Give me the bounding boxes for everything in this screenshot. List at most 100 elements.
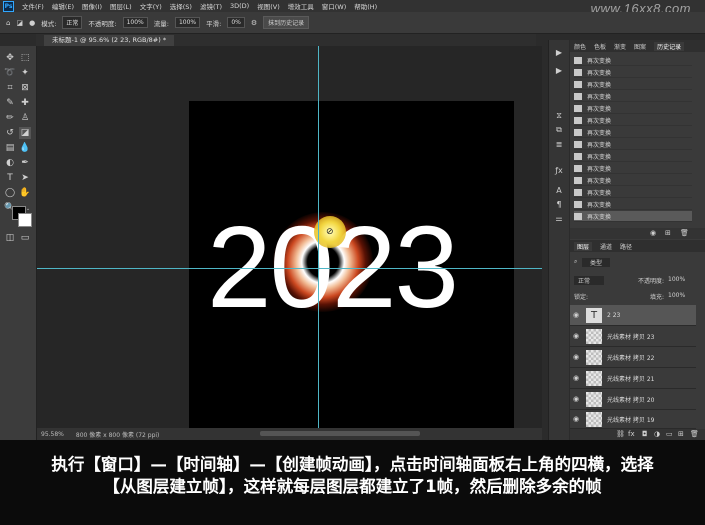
tab-paths[interactable]: 路径 <box>620 242 632 251</box>
layer-row[interactable]: ◉ 光线素材 拷贝 19 <box>570 410 696 429</box>
tab-history[interactable]: 历史记录 <box>654 41 685 51</box>
layer-row[interactable]: ◉ 光线素材 拷贝 22 <box>570 347 696 368</box>
snapshot-icon[interactable]: ◉ <box>650 229 656 237</box>
menu-view[interactable]: 视图(V) <box>257 1 280 11</box>
flow-field[interactable]: 100% <box>174 17 201 28</box>
shape-tool-icon[interactable]: ◯ <box>4 187 16 199</box>
layer-row[interactable]: ◉ 光线素材 拷贝 23 <box>570 326 696 347</box>
history-item[interactable]: 再次变换 <box>574 151 692 162</box>
zoom-level[interactable]: 95.58% <box>41 431 64 438</box>
gradient-tool-icon[interactable]: ▤ <box>4 142 16 154</box>
history-icon[interactable]: ⧖ <box>553 110 565 122</box>
visibility-eye-icon[interactable]: ◉ <box>570 395 582 403</box>
tab-color[interactable]: 颜色 <box>574 42 586 51</box>
menu-image[interactable]: 图像(I) <box>82 1 102 11</box>
history-item[interactable]: 再次变换 <box>574 103 692 114</box>
path-select-tool-icon[interactable]: ➤ <box>19 172 31 184</box>
stamp-tool-icon[interactable]: ♙ <box>19 112 31 124</box>
character-icon[interactable]: A <box>553 184 565 196</box>
layer-row[interactable]: ◉ 光线素材 拷贝 20 <box>570 389 696 410</box>
frame-tool-icon[interactable]: ⊠ <box>19 82 31 94</box>
brush-preset-icon[interactable]: ● <box>29 19 35 27</box>
crop-tool-icon[interactable]: ⌗ <box>4 82 16 94</box>
fx-icon[interactable]: fx <box>628 430 635 438</box>
adjustments-icon[interactable]: ⚌ <box>553 212 565 224</box>
layer-opacity-field[interactable]: 100% <box>668 276 685 283</box>
link-icon[interactable]: ⛓ <box>616 430 625 438</box>
play-icon[interactable]: ▶ <box>553 46 565 58</box>
menu-plugins[interactable]: 增效工具 <box>288 1 314 11</box>
paragraph-icon[interactable]: ¶ <box>553 198 565 210</box>
type-tool-icon[interactable]: T <box>4 172 16 184</box>
brush-tool-icon[interactable]: ✏ <box>4 112 16 124</box>
history-item[interactable]: 再次变换 <box>574 79 692 90</box>
healing-tool-icon[interactable]: ✚ <box>19 97 31 109</box>
tab-gradients[interactable]: 渐变 <box>614 42 626 51</box>
opacity-field[interactable]: 100% <box>122 17 148 28</box>
visibility-eye-icon[interactable]: ◉ <box>570 374 582 382</box>
menu-select[interactable]: 选择(S) <box>170 1 192 11</box>
history-item[interactable]: 再次变换 <box>574 67 692 78</box>
lasso-tool-icon[interactable]: ➰ <box>4 67 16 79</box>
menu-type[interactable]: 文字(Y) <box>140 1 162 11</box>
glyphs-icon[interactable]: ƒx <box>553 164 565 176</box>
actions-icon[interactable]: ▶ <box>553 64 565 76</box>
blur-tool-icon[interactable]: 💧 <box>19 142 31 154</box>
menu-filter[interactable]: 滤镜(T) <box>200 1 222 11</box>
history-item[interactable]: 再次变换 <box>574 187 692 198</box>
magic-wand-tool-icon[interactable]: ✦ <box>19 67 31 79</box>
history-brush-tool-icon[interactable]: ↺ <box>4 127 16 139</box>
menu-3d[interactable]: 3D(D) <box>230 2 249 10</box>
history-item-selected[interactable]: 再次变换 <box>574 211 692 222</box>
horizontal-scrollbar[interactable] <box>260 431 420 436</box>
smooth-field[interactable]: 0% <box>227 17 245 28</box>
hand-tool-icon[interactable]: ✋ <box>19 187 31 199</box>
menu-window[interactable]: 窗口(W) <box>322 1 347 11</box>
properties-icon[interactable]: ≣ <box>553 138 565 150</box>
history-item[interactable]: 再次变换 <box>574 139 692 150</box>
quick-mask-icon[interactable]: ◫ <box>4 232 16 244</box>
eraser-tool-icon[interactable]: ◪ <box>16 19 23 27</box>
screen-mode-icon[interactable]: ▭ <box>19 232 31 244</box>
background-color-swatch[interactable] <box>18 213 32 227</box>
dodge-tool-icon[interactable]: ◐ <box>4 157 16 169</box>
filter-kind-select[interactable]: 类型 <box>582 258 611 267</box>
visibility-eye-icon[interactable]: ◉ <box>570 311 582 319</box>
tab-channels[interactable]: 通道 <box>600 242 612 251</box>
history-item[interactable]: 再次变换 <box>574 163 692 174</box>
pen-tool-icon[interactable]: ✒ <box>19 157 31 169</box>
blend-mode-select[interactable]: 正常 <box>574 276 605 285</box>
history-item[interactable]: 再次变换 <box>574 127 692 138</box>
history-item[interactable]: 再次变换 <box>574 55 692 66</box>
document-tab[interactable]: 未标题-1 @ 95.6% (2 23, RGB/8#) * <box>44 35 175 46</box>
history-item[interactable]: 再次变换 <box>574 91 692 102</box>
home-icon[interactable]: ⌂ <box>6 19 10 27</box>
settings-gear-icon[interactable]: ⚙ <box>251 19 257 27</box>
folder-icon[interactable]: ▭ <box>666 430 673 438</box>
menu-edit[interactable]: 编辑(E) <box>52 1 74 11</box>
vertical-guide[interactable] <box>318 46 319 440</box>
history-item[interactable]: 再次变换 <box>574 199 692 210</box>
mask-icon[interactable]: ◘ <box>642 430 648 438</box>
tab-patterns[interactable]: 图案 <box>634 42 646 51</box>
adjustment-layer-icon[interactable]: ◑ <box>654 430 660 438</box>
marquee-tool-icon[interactable]: ⬚ <box>19 52 31 64</box>
move-tool-icon[interactable]: ✥ <box>4 52 16 64</box>
layer-row[interactable]: ◉ T 2 23 <box>570 305 696 326</box>
eraser-tool-icon[interactable]: ◪ <box>19 127 31 139</box>
tab-swatches[interactable]: 色板 <box>594 42 606 51</box>
visibility-eye-icon[interactable]: ◉ <box>570 415 582 423</box>
new-layer-icon[interactable]: ⊞ <box>678 430 684 438</box>
mode-select[interactable]: 正常 <box>62 16 83 29</box>
menu-layer[interactable]: 图层(L) <box>110 1 132 11</box>
new-document-icon[interactable]: ⊞ <box>665 229 671 237</box>
horizontal-guide[interactable] <box>37 268 542 269</box>
trash-icon[interactable]: 🗑 <box>690 430 699 438</box>
eyedropper-tool-icon[interactable]: ✎ <box>4 97 16 109</box>
menu-help[interactable]: 帮助(H) <box>354 1 377 11</box>
history-item[interactable]: 再次变换 <box>574 115 692 126</box>
visibility-eye-icon[interactable]: ◉ <box>570 332 582 340</box>
menu-file[interactable]: 文件(F) <box>22 1 44 11</box>
layer-comps-icon[interactable]: ⧉ <box>553 124 565 136</box>
fill-field[interactable]: 100% <box>668 292 685 299</box>
